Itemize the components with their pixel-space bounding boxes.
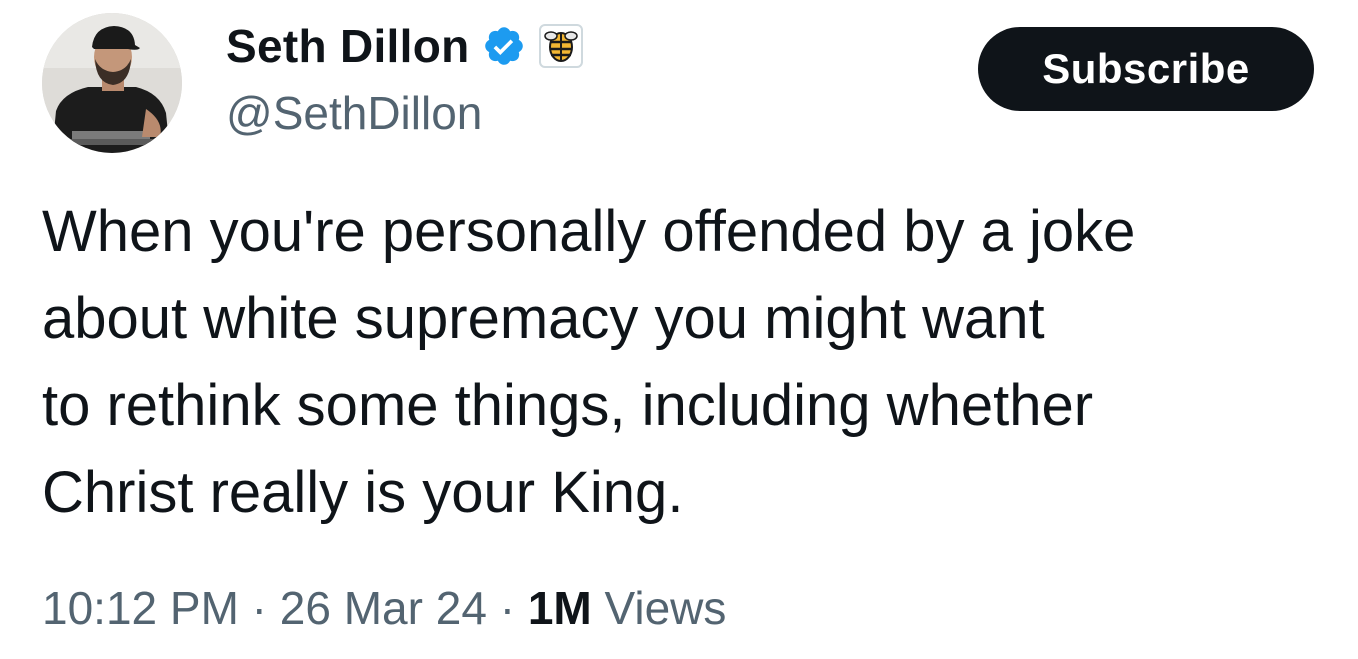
verified-badge-icon[interactable] — [482, 24, 526, 68]
author-handle[interactable]: @SethDillon — [226, 84, 482, 142]
meta-separator: · — [238, 582, 280, 634]
tweet-text: When you're personally offended by a jok… — [42, 199, 1136, 525]
author-name-row: Seth Dillon — [226, 16, 584, 76]
tweet-time[interactable]: 10:12 PM — [42, 582, 239, 634]
avatar[interactable] — [42, 13, 182, 153]
tweet-date[interactable]: 26 Mar 24 — [280, 582, 487, 634]
subscribe-button[interactable]: Subscribe — [978, 27, 1314, 111]
tweet-meta: 10:12 PM · 26 Mar 24 · 1M Views — [42, 578, 726, 638]
avatar-photo — [42, 13, 182, 153]
meta-separator: · — [486, 582, 528, 634]
views-count: 1M — [527, 582, 592, 634]
views-label: Views — [591, 582, 727, 634]
babylon-bee-affiliate-icon[interactable] — [538, 23, 584, 69]
display-name[interactable]: Seth Dillon — [226, 16, 470, 76]
